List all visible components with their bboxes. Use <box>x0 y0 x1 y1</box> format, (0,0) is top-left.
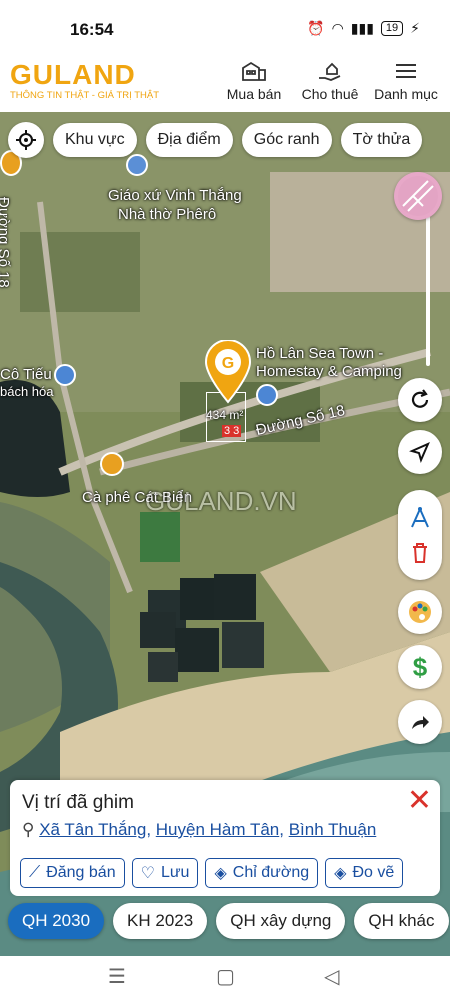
crosshair-icon <box>16 130 36 150</box>
system-nav-bar: ☰ ▢ ◁ <box>0 956 450 1000</box>
palette-icon <box>409 601 431 623</box>
dollar-icon: $ <box>412 651 428 682</box>
measure-button[interactable]: ◈ Đo vẽ <box>325 858 404 888</box>
nav-mua-ban[interactable]: Mua bán <box>216 60 292 102</box>
wifi-icon: ◠ <box>331 20 344 36</box>
alarm-icon: ⏰ <box>307 20 325 36</box>
measure-compass-icon[interactable] <box>408 506 432 530</box>
card-actions: ⟋ Đăng bán ♡ Lưu ◈ Chỉ đường ◈ Đo vẽ <box>20 858 404 888</box>
draw-tools <box>398 490 442 580</box>
tab-qh-2030[interactable]: QH 2030 <box>8 903 105 939</box>
address-district[interactable]: Huyện Hàm Tân <box>156 820 279 839</box>
parcel-area: 434 m² <box>206 408 244 422</box>
directions-label: Chỉ đường <box>232 864 310 881</box>
map-watermark: GULAND.VN <box>145 486 297 516</box>
coffee-poi-icon[interactable] <box>100 452 124 476</box>
shop-poi-icon[interactable] <box>54 364 76 386</box>
recents-icon[interactable]: ☰ <box>108 964 126 989</box>
nav-label: Mua bán <box>226 86 282 102</box>
share-arrow-icon <box>412 716 429 729</box>
pinned-location-card: Vị trí đã ghim ✕ ⚲ Xã Tân Thắng, Huyện H… <box>10 780 440 896</box>
nav-label: Danh mục <box>374 86 438 102</box>
scroll-track[interactable] <box>426 216 430 366</box>
price-button[interactable]: $ <box>398 645 442 689</box>
header-nav: Mua bán Cho thuê Danh mục <box>216 60 444 102</box>
filter-to-thua[interactable]: Tờ thửa <box>340 123 423 157</box>
card-title: Vị trí đã ghim <box>22 792 134 813</box>
save-button[interactable]: ♡ Lưu <box>131 858 199 888</box>
menu-icon <box>396 64 416 78</box>
measure-icon: ◈ <box>334 865 347 882</box>
directions-button[interactable]: ◈ Chỉ đường <box>205 858 319 888</box>
map-label-church: Giáo xứ Vinh Thắng <box>108 187 242 204</box>
map-label-church-2: Nhà thờ Phêrô <box>118 206 217 223</box>
planning-tabs: QH 2030 KH 2023 QH xây dựng QH khác <box>8 903 449 939</box>
parcel-number: 3 3 <box>222 425 242 437</box>
directions-icon: ◈ <box>214 865 227 882</box>
map-label-shop-2: bách hóa <box>0 384 54 399</box>
homestay-poi-icon[interactable] <box>256 384 278 406</box>
address-commune[interactable]: Xã Tân Thắng <box>39 820 146 839</box>
address-line: ⚲ Xã Tân Thắng, Huyện Hàm Tân, Bình Thuậ… <box>22 820 377 839</box>
status-bar: 16:54 ⏰ ◠ ▮▮▮ 19 ⚡ <box>0 0 450 56</box>
back-icon[interactable]: ◁ <box>324 964 339 989</box>
status-icons: ⏰ ◠ ▮▮▮ 19 ⚡ <box>307 20 420 37</box>
map-layer-icon <box>398 176 438 216</box>
logo[interactable]: GULAND THÔNG TIN THẬT - GIÁ TRỊ THẬT <box>10 59 160 102</box>
home-icon[interactable]: ▢ <box>216 964 235 989</box>
filter-goc-ranh[interactable]: Góc ranh <box>241 123 332 157</box>
post-sale-button[interactable]: ⟋ Đăng bán <box>20 858 125 888</box>
map-label-road-left: Đường Số 18 <box>0 197 12 288</box>
close-icon[interactable]: ✕ <box>407 786 432 816</box>
logo-tagline: THÔNG TIN THẬT - GIÁ TRỊ THẬT <box>10 90 160 101</box>
map-label-shop: Cô Tiếu <box>0 366 52 383</box>
map-label-homestay: Hồ Lân Sea Town - <box>256 345 384 362</box>
nav-cho-thue[interactable]: Cho thuê <box>292 60 368 102</box>
nav-label: Cho thuê <box>301 86 359 102</box>
map-label-homestay-2: Homestay & Camping <box>256 363 402 380</box>
signal-icon: ▮▮▮ <box>350 20 374 36</box>
tab-qh-khac[interactable]: QH khác <box>354 903 449 939</box>
hand-house-icon <box>319 62 341 81</box>
filter-bar: Khu vực Địa điểm Góc ranh Tờ thửa <box>8 122 423 158</box>
location-pin-icon[interactable]: G <box>203 340 253 404</box>
heart-icon: ♡ <box>140 865 155 882</box>
navigation-arrow-icon <box>409 442 430 463</box>
svg-text:G: G <box>222 355 234 372</box>
trash-icon[interactable] <box>410 542 430 564</box>
charging-icon: ⚡ <box>410 20 420 36</box>
palette-button[interactable] <box>398 590 442 634</box>
post-sale-label: Đăng bán <box>46 864 116 881</box>
refresh-icon <box>411 389 429 408</box>
address-province[interactable]: Bình Thuận <box>289 820 377 839</box>
navigate-button[interactable] <box>398 430 442 474</box>
building-icon <box>242 61 266 81</box>
save-label: Lưu <box>160 864 190 881</box>
map-pin-icon: ⚲ <box>22 820 35 839</box>
battery-icon: 19 <box>380 21 404 36</box>
filter-dia-diem[interactable]: Địa điểm <box>145 123 233 157</box>
share-button[interactable] <box>398 700 442 744</box>
post-icon: ⟋ <box>29 864 41 881</box>
locate-button[interactable] <box>8 122 44 158</box>
measure-label: Đo vẽ <box>352 864 395 881</box>
app-header: GULAND THÔNG TIN THẬT - GIÁ TRỊ THẬT Mua… <box>0 56 450 112</box>
filter-khu-vuc[interactable]: Khu vực <box>53 123 137 157</box>
tab-qh-xay-dung[interactable]: QH xây dựng <box>216 903 346 939</box>
refresh-button[interactable] <box>398 378 442 422</box>
map-layer-thumbnail[interactable] <box>394 172 442 220</box>
nav-danh-muc[interactable]: Danh mục <box>368 60 444 102</box>
tab-kh-2023[interactable]: KH 2023 <box>113 903 208 939</box>
logo-wordmark: GULAND <box>10 59 136 90</box>
status-time: 16:54 <box>70 20 114 39</box>
